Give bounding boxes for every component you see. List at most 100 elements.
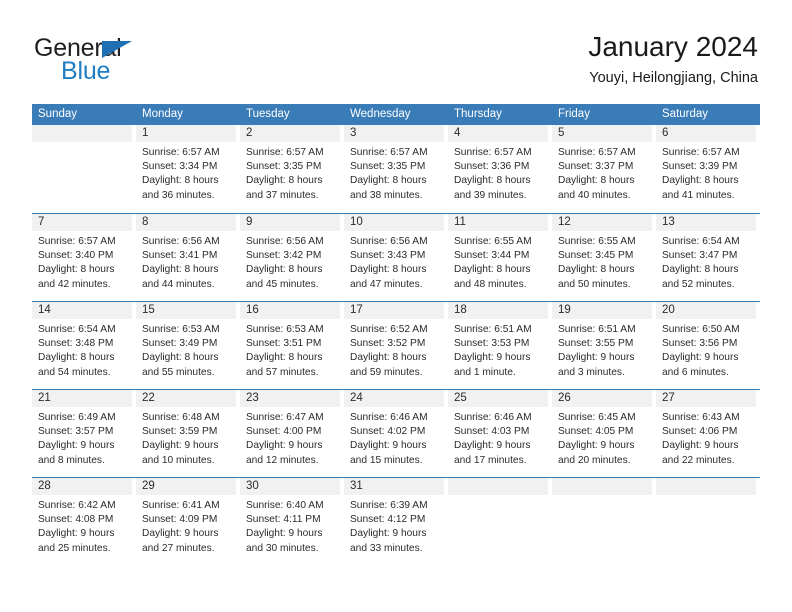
calendar-day-cell[interactable]: 27 Sunrise: 6:43 AM Sunset: 4:06 PM Dayligh… — [656, 390, 760, 477]
day-detail: Sunrise: 6:57 AM Sunset: 3:36 PM Daylight:… — [448, 142, 548, 203]
day-detail-daylight2: and 50 minutes. — [558, 278, 631, 290]
calendar-day-cell[interactable]: 30 Sunrise: 6:40 AM Sunset: 4:11 PM Dayligh… — [240, 478, 344, 565]
day-detail: Sunrise: 6:40 AM Sunset: 4:11 PM Daylight:… — [240, 495, 340, 556]
calendar-day-cell[interactable]: 20 Sunrise: 6:50 AM Sunset: 3:56 PM Dayligh… — [656, 302, 760, 389]
day-detail: Sunrise: 6:51 AM Sunset: 3:55 PM Daylight:… — [552, 319, 652, 380]
day-detail: Sunrise: 6:51 AM Sunset: 3:53 PM Daylight:… — [448, 319, 548, 380]
calendar-day-cell[interactable]: 29 Sunrise: 6:41 AM Sunset: 4:09 PM Dayligh… — [136, 478, 240, 565]
day-detail-sunset: Sunset: 3:55 PM — [558, 338, 634, 350]
calendar-day-cell[interactable]: 23 Sunrise: 6:47 AM Sunset: 4:00 PM Dayligh… — [240, 390, 344, 477]
calendar-page: General Blue January 2024 Youyi, Heilong… — [0, 0, 792, 612]
day-detail-daylight1: Daylight: 8 hours — [142, 352, 219, 364]
calendar-day-cell-empty — [32, 125, 136, 213]
day-detail-sunrise: Sunrise: 6:54 AM — [38, 324, 116, 335]
day-detail: Sunrise: 6:46 AM Sunset: 4:03 PM Daylight:… — [448, 407, 548, 468]
day-detail: Sunrise: 6:55 AM Sunset: 3:44 PM Daylight:… — [448, 231, 548, 292]
calendar-day-cell[interactable]: 5 Sunrise: 6:57 AM Sunset: 3:37 PM Daylight… — [552, 125, 656, 213]
calendar-day-cell[interactable]: 9 Sunrise: 6:56 AM Sunset: 3:42 PM Daylight… — [240, 214, 344, 301]
calendar-day-cell[interactable]: 11 Sunrise: 6:55 AM Sunset: 3:44 PM Dayligh… — [448, 214, 552, 301]
calendar-day-cell[interactable]: 2 Sunrise: 6:57 AM Sunset: 3:35 PM Daylight… — [240, 125, 344, 213]
day-detail-daylight2: and 57 minutes. — [246, 366, 319, 378]
calendar-day-cell[interactable]: 16 Sunrise: 6:53 AM Sunset: 3:51 PM Dayligh… — [240, 302, 344, 389]
calendar-day-cell[interactable]: 4 Sunrise: 6:57 AM Sunset: 3:36 PM Daylight… — [448, 125, 552, 213]
day-detail: Sunrise: 6:56 AM Sunset: 3:42 PM Daylight:… — [240, 231, 340, 292]
day-detail-daylight1: Daylight: 8 hours — [38, 352, 115, 364]
day-detail-daylight1: Daylight: 9 hours — [454, 440, 531, 452]
day-detail: Sunrise: 6:55 AM Sunset: 3:45 PM Daylight:… — [552, 231, 652, 292]
day-detail-sunset: Sunset: 4:05 PM — [558, 426, 634, 438]
page-subtitle: Youyi, Heilongjiang, China — [589, 70, 758, 86]
calendar-day-cell[interactable]: 3 Sunrise: 6:57 AM Sunset: 3:35 PM Daylight… — [344, 125, 448, 213]
calendar-day-cell[interactable]: 13 Sunrise: 6:54 AM Sunset: 3:47 PM Dayligh… — [656, 214, 760, 301]
calendar-day-cell[interactable]: 8 Sunrise: 6:56 AM Sunset: 3:41 PM Daylight… — [136, 214, 240, 301]
day-detail-daylight2: and 3 minutes. — [558, 366, 625, 378]
day-detail: Sunrise: 6:57 AM Sunset: 3:40 PM Daylight:… — [32, 231, 132, 292]
calendar-day-cell[interactable]: 19 Sunrise: 6:51 AM Sunset: 3:55 PM Dayligh… — [552, 302, 656, 389]
day-detail-daylight2: and 52 minutes. — [662, 278, 735, 290]
day-detail-daylight1: Daylight: 9 hours — [558, 352, 635, 364]
day-number: 23 — [240, 390, 340, 407]
day-detail-daylight2: and 54 minutes. — [38, 366, 111, 378]
calendar-day-cell[interactable]: 31 Sunrise: 6:39 AM Sunset: 4:12 PM Dayligh… — [344, 478, 448, 565]
day-detail-sunrise: Sunrise: 6:51 AM — [454, 324, 532, 335]
day-detail-sunset: Sunset: 3:53 PM — [454, 338, 530, 350]
calendar-day-cell[interactable]: 15 Sunrise: 6:53 AM Sunset: 3:49 PM Dayligh… — [136, 302, 240, 389]
day-detail-sunrise: Sunrise: 6:48 AM — [142, 412, 220, 423]
weekday-header-thursday: Thursday — [454, 108, 502, 120]
calendar-day-cell[interactable]: 24 Sunrise: 6:46 AM Sunset: 4:02 PM Dayligh… — [344, 390, 448, 477]
day-number: 9 — [240, 214, 340, 231]
calendar-day-cell-empty — [448, 478, 552, 565]
weekday-header-saturday: Saturday — [662, 108, 709, 120]
calendar-day-cell[interactable]: 25 Sunrise: 6:46 AM Sunset: 4:03 PM Dayligh… — [448, 390, 552, 477]
day-detail-daylight2: and 27 minutes. — [142, 542, 215, 554]
day-detail-daylight2: and 55 minutes. — [142, 366, 215, 378]
day-detail: Sunrise: 6:54 AM Sunset: 3:47 PM Daylight:… — [656, 231, 756, 292]
day-detail: Sunrise: 6:53 AM Sunset: 3:51 PM Daylight:… — [240, 319, 340, 380]
day-detail-sunset: Sunset: 4:09 PM — [142, 514, 218, 526]
day-detail-daylight1: Daylight: 8 hours — [558, 175, 635, 187]
day-detail-sunrise: Sunrise: 6:56 AM — [246, 236, 324, 247]
calendar-day-cell[interactable]: 1 Sunrise: 6:57 AM Sunset: 3:34 PM Daylight… — [136, 125, 240, 213]
day-number — [448, 478, 548, 495]
day-detail: Sunrise: 6:45 AM Sunset: 4:05 PM Daylight:… — [552, 407, 652, 468]
calendar-day-cell[interactable]: 26 Sunrise: 6:45 AM Sunset: 4:05 PM Dayligh… — [552, 390, 656, 477]
calendar-day-cell[interactable]: 10 Sunrise: 6:56 AM Sunset: 3:43 PM Dayligh… — [344, 214, 448, 301]
day-detail-sunset: Sunset: 3:41 PM — [142, 250, 218, 262]
day-detail-sunset: Sunset: 3:44 PM — [454, 250, 530, 262]
day-detail-daylight1: Daylight: 8 hours — [558, 264, 635, 276]
page-title: January 2024 — [588, 31, 758, 62]
weekday-header-monday: Monday — [142, 108, 183, 120]
day-detail-daylight2: and 1 minute. — [454, 366, 516, 378]
generalblue-logo[interactable]: General Blue — [34, 34, 224, 92]
calendar-day-cell[interactable]: 12 Sunrise: 6:55 AM Sunset: 3:45 PM Dayligh… — [552, 214, 656, 301]
day-detail: Sunrise: 6:57 AM Sunset: 3:35 PM Daylight:… — [240, 142, 340, 203]
day-detail-sunset: Sunset: 3:56 PM — [662, 338, 738, 350]
calendar-day-cell[interactable]: 21 Sunrise: 6:49 AM Sunset: 3:57 PM Dayligh… — [32, 390, 136, 477]
day-detail-daylight1: Daylight: 8 hours — [38, 264, 115, 276]
day-detail-sunrise: Sunrise: 6:43 AM — [662, 412, 740, 423]
day-number: 25 — [448, 390, 548, 407]
calendar-day-cell[interactable]: 18 Sunrise: 6:51 AM Sunset: 3:53 PM Dayligh… — [448, 302, 552, 389]
calendar-week-row: 7 Sunrise: 6:57 AM Sunset: 3:40 PM Daylight… — [32, 213, 760, 301]
day-detail-daylight1: Daylight: 9 hours — [350, 528, 427, 540]
day-detail: Sunrise: 6:47 AM Sunset: 4:00 PM Daylight:… — [240, 407, 340, 468]
calendar-day-cell[interactable]: 28 Sunrise: 6:42 AM Sunset: 4:08 PM Dayligh… — [32, 478, 136, 565]
calendar-week-row: 14 Sunrise: 6:54 AM Sunset: 3:48 PM Dayligh… — [32, 301, 760, 389]
day-detail-sunrise: Sunrise: 6:57 AM — [246, 147, 324, 158]
calendar-day-cell[interactable]: 7 Sunrise: 6:57 AM Sunset: 3:40 PM Daylight… — [32, 214, 136, 301]
day-detail-daylight1: Daylight: 8 hours — [246, 352, 323, 364]
calendar-day-cell[interactable]: 14 Sunrise: 6:54 AM Sunset: 3:48 PM Dayligh… — [32, 302, 136, 389]
day-detail: Sunrise: 6:50 AM Sunset: 3:56 PM Daylight:… — [656, 319, 756, 380]
day-detail-daylight2: and 39 minutes. — [454, 189, 527, 201]
day-detail-sunset: Sunset: 4:06 PM — [662, 426, 738, 438]
day-number: 28 — [32, 478, 132, 495]
day-detail-daylight2: and 15 minutes. — [350, 454, 423, 466]
calendar-day-cell[interactable]: 22 Sunrise: 6:48 AM Sunset: 3:59 PM Dayligh… — [136, 390, 240, 477]
day-number: 20 — [656, 302, 756, 319]
day-number: 14 — [32, 302, 132, 319]
day-detail-sunrise: Sunrise: 6:50 AM — [662, 324, 740, 335]
day-detail-sunset: Sunset: 3:49 PM — [142, 338, 218, 350]
calendar-day-cell[interactable]: 17 Sunrise: 6:52 AM Sunset: 3:52 PM Dayligh… — [344, 302, 448, 389]
calendar-day-cell[interactable]: 6 Sunrise: 6:57 AM Sunset: 3:39 PM Daylight… — [656, 125, 760, 213]
day-number: 3 — [344, 125, 444, 142]
